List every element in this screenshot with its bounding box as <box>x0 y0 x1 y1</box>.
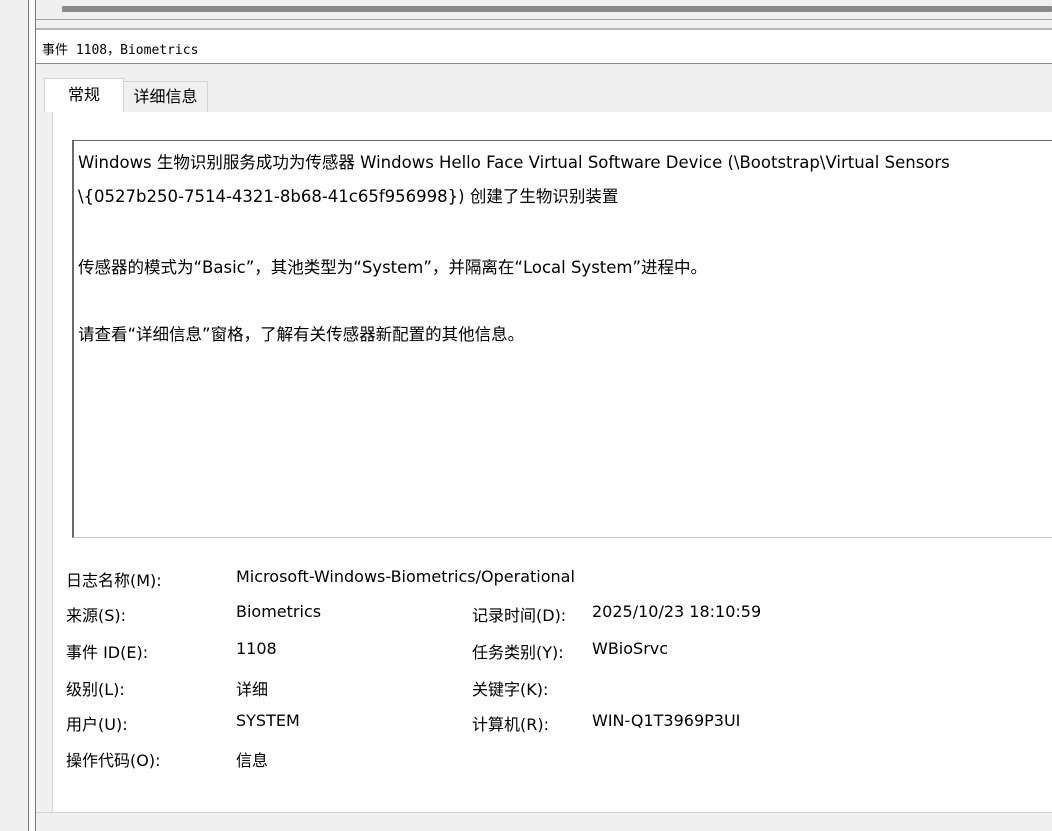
horizontal-scrollbar[interactable] <box>62 6 1052 12</box>
event-id-label: 事件 ID(E): <box>66 643 149 662</box>
panel-gutter <box>36 112 52 812</box>
source-label: 来源(S): <box>66 606 127 625</box>
opcode-label: 操作代码(O): <box>66 751 161 770</box>
description-line: \{0527b250-7514-4321-8b68-41c65f956998})… <box>78 187 619 206</box>
logged-label: 记录时间(D): <box>472 606 567 625</box>
description-line: 请查看“详细信息”窗格，了解有关传感器新配置的其他信息。 <box>78 325 525 344</box>
source-value[interactable]: Biometrics <box>236 602 321 621</box>
level-value[interactable]: 详细 <box>236 676 268 700</box>
description-line: Windows 生物识别服务成功为传感器 Windows Hello Face … <box>78 153 950 172</box>
tab-details[interactable]: 详细信息 <box>124 81 208 112</box>
description-line: 传感器的模式为“Basic”，其池类型为“System”，并隔离在“Local … <box>78 258 708 277</box>
panel-bottom-edge <box>36 812 1052 831</box>
log-name-label: 日志名称(M): <box>66 571 162 590</box>
event-id-value[interactable]: 1108 <box>236 639 277 658</box>
task-category-label: 任务类别(Y): <box>472 643 564 662</box>
keywords-label: 关键字(K): <box>472 680 549 699</box>
event-header: 事件 1108，Biometrics <box>36 30 1052 64</box>
opcode-value[interactable]: 信息 <box>236 747 268 771</box>
user-label: 用户(U): <box>66 715 128 734</box>
computer-label: 计算机(R): <box>472 715 549 734</box>
log-name-value[interactable]: Microsoft-Windows-Biometrics/Operational <box>236 567 575 586</box>
window-left-border <box>28 0 36 831</box>
tab-general[interactable]: 常规 <box>44 78 124 112</box>
event-description[interactable]: Windows 生物识别服务成功为传感器 Windows Hello Face … <box>72 140 1052 538</box>
logged-value[interactable]: 2025/10/23 18:10:59 <box>592 602 761 621</box>
event-title: 事件 1108，Biometrics <box>42 43 199 58</box>
tab-bar: 常规 详细信息 <box>36 64 1052 114</box>
computer-value[interactable]: WIN-Q1T3969P3UI <box>592 711 740 730</box>
task-category-value[interactable]: WBioSrvc <box>592 639 668 658</box>
user-value[interactable]: SYSTEM <box>236 711 300 730</box>
level-label: 级别(L): <box>66 680 125 699</box>
event-list-bottom <box>36 0 1052 20</box>
